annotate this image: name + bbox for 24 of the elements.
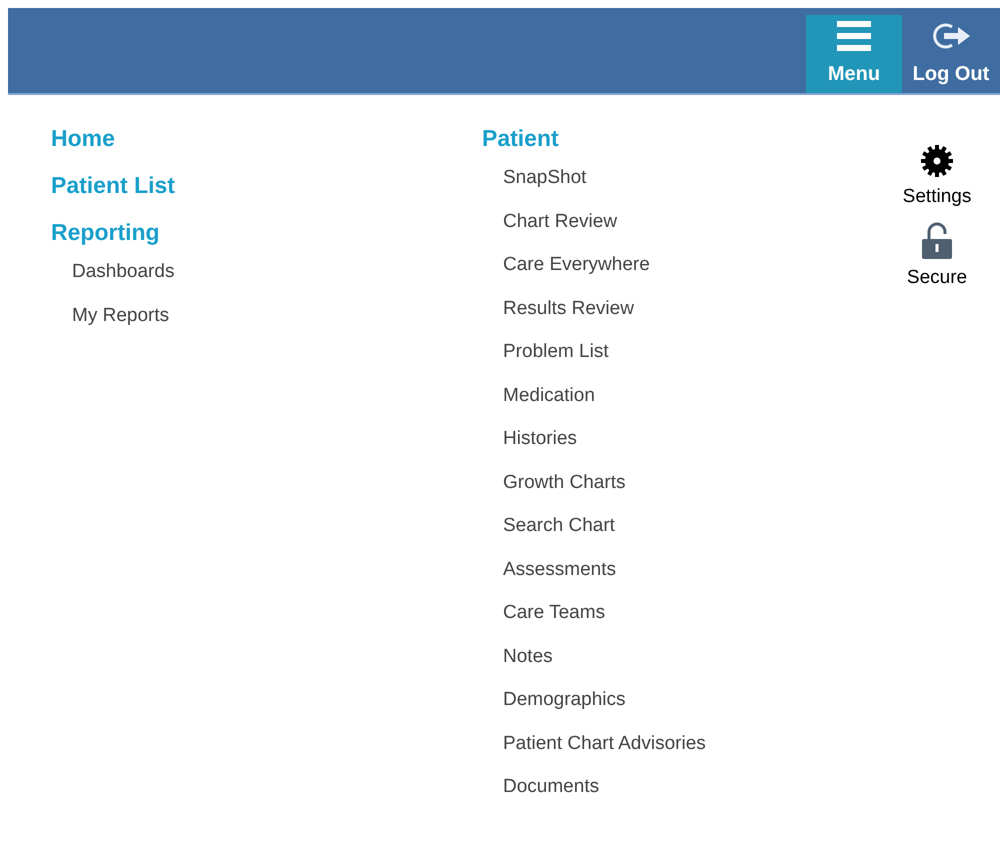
nav-link[interactable]: Notes <box>503 634 553 678</box>
nav-link[interactable]: Growth Charts <box>503 460 626 504</box>
nav-link[interactable]: Chart Review <box>503 200 618 243</box>
nav-link[interactable]: Assessments <box>503 548 616 591</box>
nav-link[interactable]: Documents <box>503 765 600 808</box>
nav-link[interactable]: My Reports <box>72 294 170 337</box>
nav-link[interactable]: Care Teams <box>503 591 606 634</box>
nav-link[interactable]: SnapShot <box>503 156 586 200</box>
gear-icon <box>919 143 955 179</box>
secure-button[interactable]: Secure <box>906 222 968 292</box>
nav-link[interactable]: Search Chart <box>503 504 615 548</box>
nav-link[interactable]: Problem List <box>503 330 609 374</box>
logout-button[interactable]: Log Out <box>902 15 1000 93</box>
nav-link[interactable]: Medication <box>503 374 595 417</box>
nav-link[interactable]: Demographics <box>503 678 626 722</box>
settings-button[interactable]: Settings <box>902 143 972 212</box>
logout-icon <box>930 21 972 51</box>
nav-link[interactable]: Results Review <box>503 286 634 330</box>
nav-link[interactable]: Care Everywhere <box>503 243 650 286</box>
nav-link[interactable]: Dashboards <box>72 250 174 294</box>
nav-link[interactable]: Histories <box>503 417 577 460</box>
menu-icon <box>837 21 871 51</box>
padlock-icon <box>920 222 953 260</box>
nav-link[interactable]: Patient Chart Advisories <box>503 722 706 765</box>
